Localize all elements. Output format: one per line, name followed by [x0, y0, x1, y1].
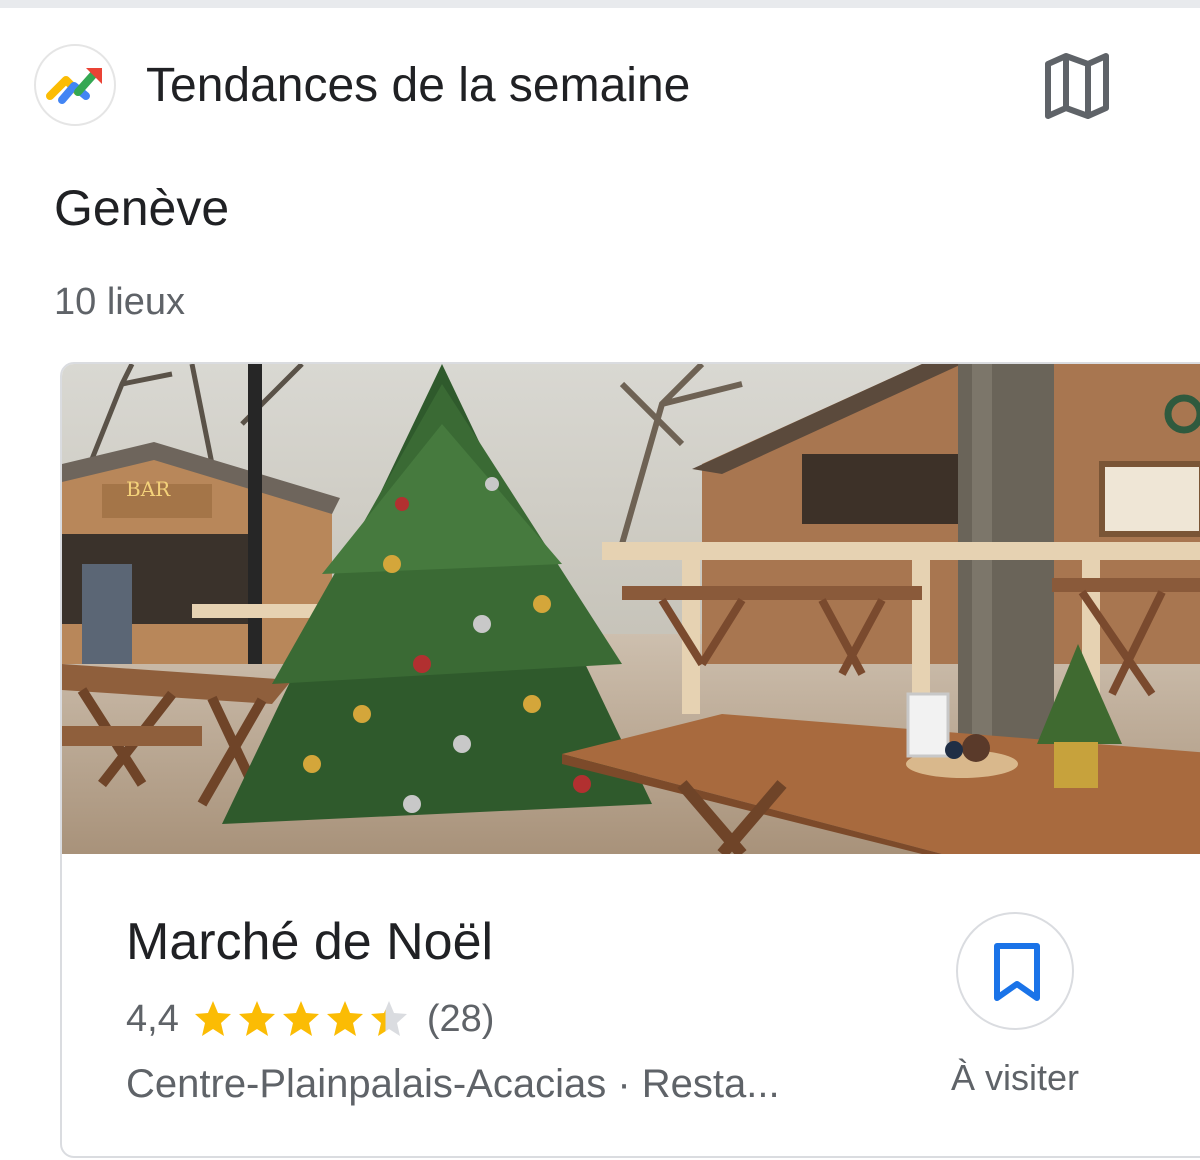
star-icon: [370, 1001, 407, 1036]
place-subtitle: Centre-Plainpalais-Acacias · Resta...: [126, 1062, 780, 1106]
trending-arrow-icon: [46, 68, 102, 104]
app-badge: [34, 44, 116, 126]
review-count: (28): [426, 997, 495, 1040]
star-icon: [238, 1001, 275, 1036]
bar-sign: BAR: [126, 477, 171, 501]
map-icon: [1045, 53, 1109, 119]
city-title: Genève: [54, 180, 230, 236]
save-label[interactable]: À visiter: [920, 1056, 1110, 1100]
map-view-button[interactable]: [1040, 50, 1114, 120]
rating-row: 4,4 (28): [126, 994, 494, 1044]
star-rating: [193, 999, 413, 1039]
page-title: Tendances de la semaine: [146, 59, 691, 112]
save-button[interactable]: [956, 912, 1074, 1030]
place-count: 10 lieux: [54, 281, 185, 323]
status-bar-strip: [0, 0, 1200, 8]
bookmark-icon: [994, 943, 1040, 1001]
rating-value: 4,4: [126, 997, 179, 1040]
place-name[interactable]: Marché de Noël: [126, 912, 493, 972]
star-icon: [282, 1001, 319, 1036]
place-photo[interactable]: BAR: [62, 364, 1200, 854]
place-card[interactable]: BAR Marché de Noël 4,4 (28) Centre-Plain…: [60, 362, 1200, 1158]
star-icon: [194, 1001, 231, 1036]
star-icon: [326, 1001, 363, 1036]
page-header: Tendances de la semaine: [0, 40, 1200, 130]
